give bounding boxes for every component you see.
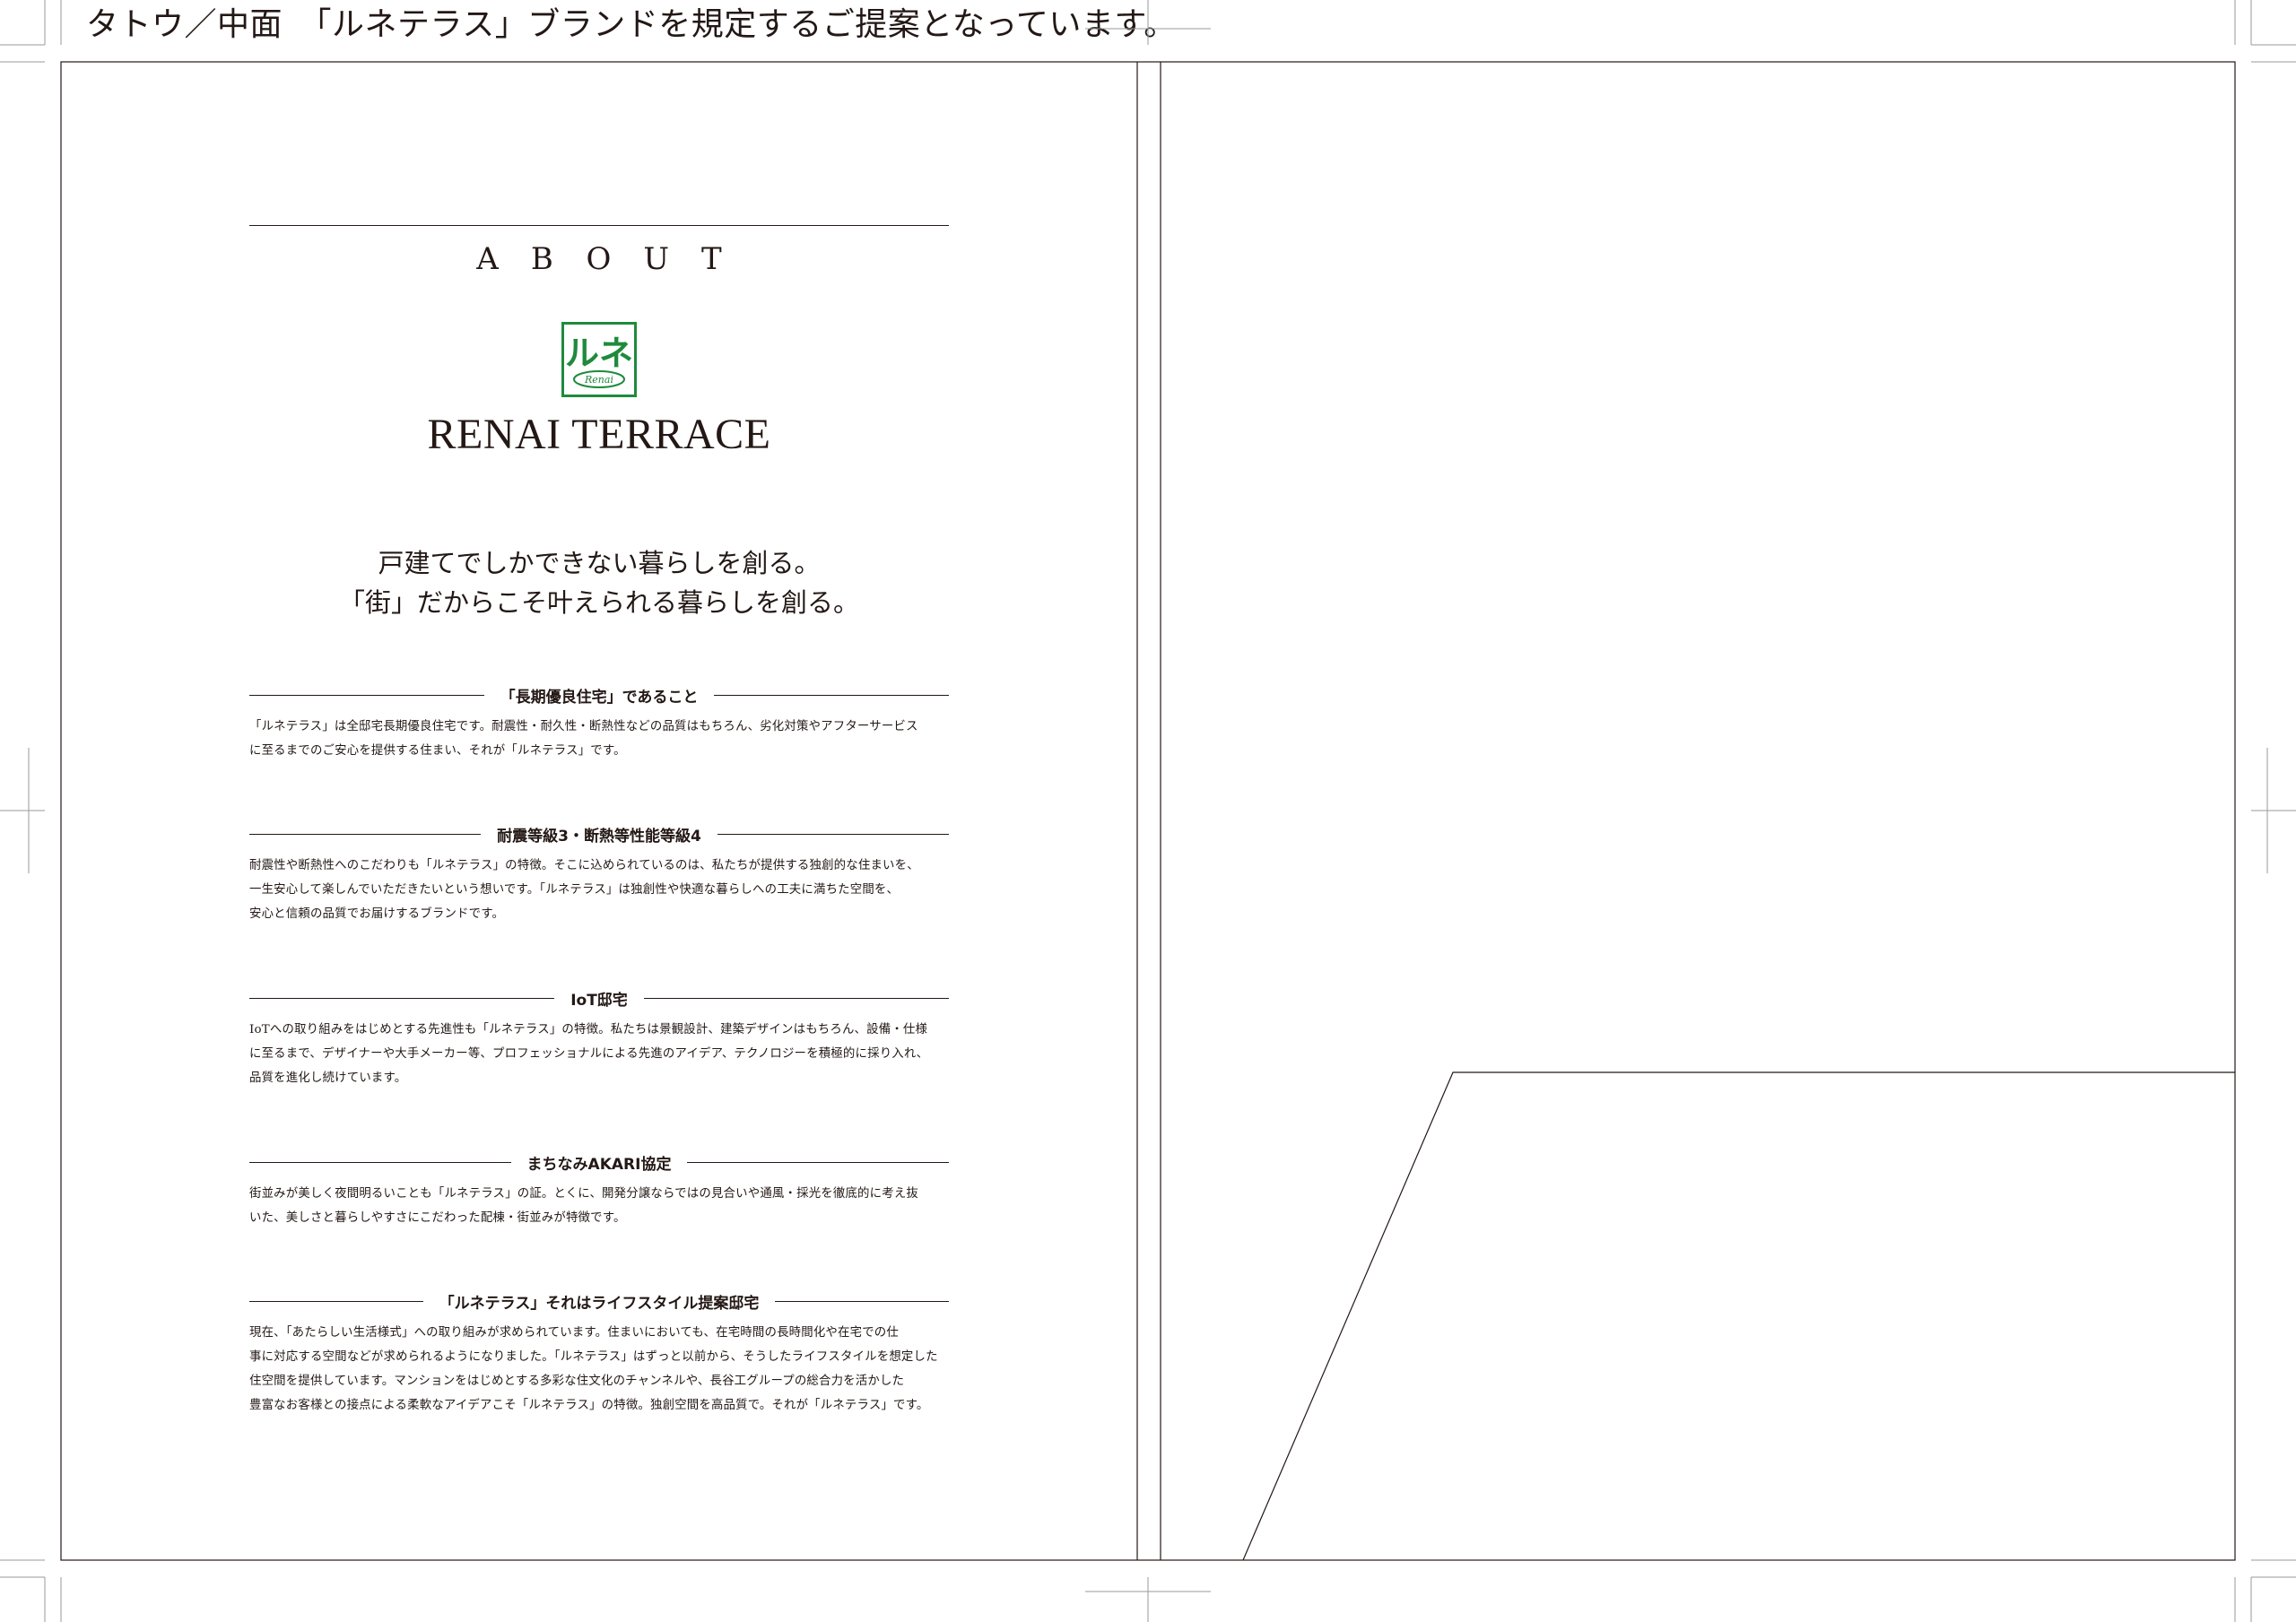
- pocket-flap-outline: [1242, 1071, 2235, 1561]
- body-line: に至るまで、デザイナーや大手メーカー等、プロフェッショナルによる先進のアイデア、…: [249, 1047, 929, 1061]
- body-line: 街並みが美しく夜間明るいことも「ルネテラス」の証。とくに、開発分譲ならではの見合…: [249, 1187, 919, 1201]
- svg-text:Renai: Renai: [584, 374, 613, 386]
- heading-rule: [643, 997, 950, 999]
- section-iot-residence: IoT邸宅 IoTへの取り組みをはじめとする先進性も「ルネテラス」の特徴。私たち…: [249, 985, 950, 1090]
- section-title: 耐震等級3・断熱等性能等級4: [497, 827, 701, 846]
- body-line: 豊富なお客様との接点による柔軟なアイデアこそ「ルネテラス」の特徴。独創空間を高品…: [249, 1399, 929, 1412]
- body-line: 品質を進化し続けています。: [249, 1071, 407, 1085]
- section-seismic-grade: 耐震等級3・断熱等性能等級4 耐震性や断熱性へのこだわりも「ルネテラス」の特徴。…: [249, 821, 950, 926]
- tagline-line-2: 「街」だからこそ叶えられる暮らしを創る。: [338, 587, 859, 618]
- heading-rule: [687, 1161, 949, 1163]
- body-line: 安心と信頼の品質でお届けするブランドです。: [249, 907, 505, 921]
- tagline-line-1: 戸建てでしかできない暮らしを創る。: [378, 548, 821, 578]
- heading-rule: [717, 833, 950, 835]
- body-line: に至るまでのご安心を提供する住まい、それが「ルネテラス」です。: [249, 744, 626, 758]
- heading-rule: [249, 694, 484, 696]
- section-heading: 耐震等級3・断熱等性能等級4: [249, 821, 950, 846]
- section-heading: IoT邸宅: [249, 985, 950, 1010]
- body-line: 一生安心して楽しんでいただきたいという想いです。「ルネテラス」は独創性や快適な暮…: [249, 883, 900, 897]
- heading-rule: [775, 1300, 950, 1302]
- section-lifestyle-proposal: 「ルネテラス」それはライフスタイル提案邸宅 現在、「あたらしい生活様式」への取り…: [249, 1288, 950, 1418]
- body-line: 「ルネテラス」は全邸宅長期優良住宅です。耐震性・耐久性・断熱性などの品質はもちろ…: [249, 720, 918, 733]
- section-body: 「ルネテラス」は全邸宅長期優良住宅です。耐震性・耐久性・断熱性などの品質はもちろ…: [249, 715, 949, 763]
- section-body: IoTへの取り組みをはじめとする先進性も「ルネテラス」の特徴。私たちは景観設計、…: [249, 1018, 949, 1090]
- renai-logo-icon: ルネ Renai: [561, 322, 637, 397]
- section-heading: 「ルネテラス」それはライフスタイル提案邸宅: [249, 1288, 950, 1314]
- heading-rule: [249, 997, 555, 999]
- about-heading-rule: [249, 225, 949, 226]
- heading-rule: [714, 694, 949, 696]
- body-line: いた、美しさと暮らしやすさにこだわった配棟・街並みが特徴です。: [249, 1211, 626, 1225]
- body-line: 耐震性や断熱性へのこだわりも「ルネテラス」の特徴。そこに込められているのは、私た…: [249, 859, 919, 872]
- section-title: 「ルネテラス」それはライフスタイル提案邸宅: [439, 1294, 760, 1313]
- section-title: IoT邸宅: [570, 991, 628, 1010]
- section-title: 「長期優良住宅」であること: [500, 688, 699, 707]
- section-body: 耐震性や断熱性へのこだわりも「ルネテラス」の特徴。そこに込められているのは、私た…: [249, 854, 949, 926]
- heading-rule: [249, 1300, 423, 1302]
- heading-rule: [249, 833, 482, 835]
- section-long-term-quality: 「長期優良住宅」であること 「ルネテラス」は全邸宅長期優良住宅です。耐震性・耐久…: [249, 682, 949, 763]
- section-body: 現在、「あたらしい生活様式」への取り組みが求められています。住まいにおいても、在…: [249, 1321, 949, 1418]
- heading-rule: [249, 1161, 511, 1163]
- body-line: IoTへの取り組みをはじめとする先進性も「ルネテラス」の特徴。私たちは景観設計、…: [249, 1023, 928, 1037]
- section-title: まちなみAKARI協定: [526, 1155, 672, 1174]
- about-panel: ABOUT ルネ Renai RENAI TERRACE 戸建てでしかできない暮…: [61, 62, 1137, 1560]
- about-heading: ABOUT: [476, 241, 754, 277]
- svg-text:ルネ: ルネ: [565, 334, 633, 373]
- body-line: 現在、「あたらしい生活様式」への取り組みが求められています。住まいにおいても、在…: [249, 1326, 899, 1340]
- brand-name: RENAI TERRACE: [427, 411, 771, 458]
- body-line: 住空間を提供しています。マンションをはじめとする多彩な住文化のチャンネルや、長谷…: [249, 1375, 905, 1388]
- section-body: 街並みが美しく夜間明るいことも「ルネテラス」の証。とくに、開発分譲ならではの見合…: [249, 1182, 949, 1230]
- section-heading: 「長期優良住宅」であること: [249, 682, 949, 707]
- body-line: 事に対応する空間などが求められるようになりました。「ルネテラス」はずっと以前から…: [249, 1350, 938, 1364]
- section-heading: まちなみAKARI協定: [249, 1149, 949, 1175]
- section-akari-agreement: まちなみAKARI協定 街並みが美しく夜間明るいことも「ルネテラス」の証。とくに…: [249, 1149, 949, 1230]
